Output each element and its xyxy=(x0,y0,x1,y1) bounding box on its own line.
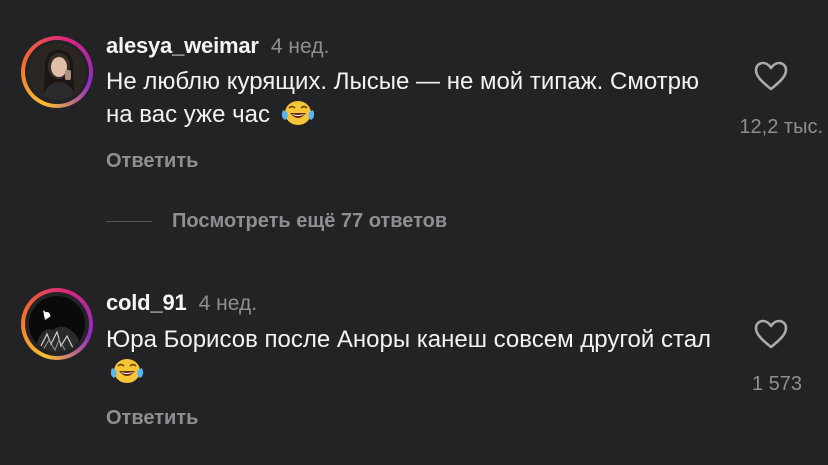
tears-of-joy-emoji-icon xyxy=(281,101,314,125)
heart-icon[interactable] xyxy=(753,318,789,350)
comment-item: alesya_weimar 4 нед. Не люблю курящих. Л… xyxy=(0,0,828,200)
avatar[interactable] xyxy=(21,36,93,108)
user-photo xyxy=(29,44,85,100)
reply-button[interactable]: Ответить xyxy=(106,407,198,430)
username[interactable]: alesya_weimar xyxy=(106,33,259,58)
comment-text: Юра Борисов после Аноры канеш совсем дру… xyxy=(106,324,716,389)
comment-meta: cold_91 4 нед. xyxy=(106,290,257,316)
comment-text: Не люблю курящих. Лысые — не мой типаж. … xyxy=(106,66,716,131)
comment-meta: alesya_weimar 4 нед. xyxy=(106,33,329,59)
username[interactable]: cold_91 xyxy=(106,290,187,315)
heart-icon[interactable] xyxy=(753,60,789,92)
timestamp: 4 нед. xyxy=(270,35,330,58)
comment-item: cold_91 4 нед. Юра Борисов после Аноры к… xyxy=(0,260,828,465)
comment-body: Не люблю курящих. Лысые — не мой типаж. … xyxy=(106,68,700,128)
timestamp: 4 нед. xyxy=(198,292,258,315)
tears-of-joy-emoji-icon xyxy=(110,359,144,383)
comment-body: Юра Борисов после Аноры канеш совсем дру… xyxy=(106,326,712,353)
reply-button[interactable]: Ответить xyxy=(106,150,198,173)
like-count: 1 573 xyxy=(751,373,802,395)
user-photo xyxy=(29,296,85,352)
replies-divider xyxy=(106,221,152,222)
avatar[interactable] xyxy=(21,288,93,360)
like-count: 12,2 тыс. xyxy=(739,116,823,138)
view-more-replies-button[interactable]: Посмотреть ещё 77 ответов xyxy=(172,210,447,233)
